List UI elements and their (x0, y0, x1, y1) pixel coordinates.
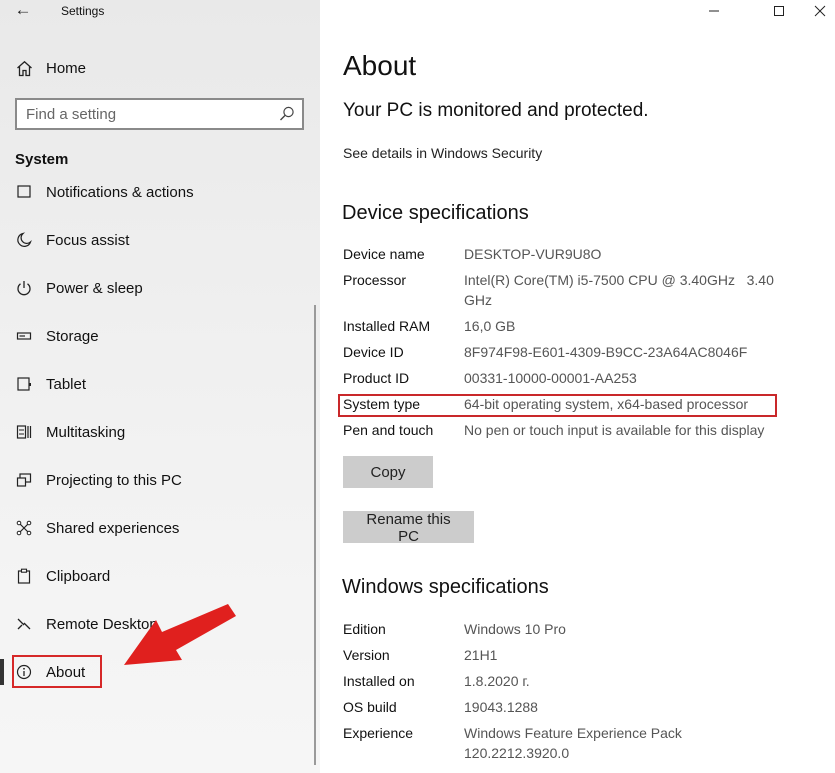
search-box[interactable] (15, 98, 304, 130)
sidebar-item-label: Projecting to this PC (46, 471, 182, 489)
moon-icon (14, 230, 34, 250)
close-icon[interactable] (805, 2, 835, 20)
windows-specs-heading: Windows specifications (342, 576, 549, 598)
spec-key: Version (343, 647, 390, 663)
sidebar-item-projecting[interactable]: Projecting to this PC (0, 460, 310, 500)
sidebar-item-shared-experiences[interactable]: Shared experiences (0, 508, 310, 548)
spec-key: Experience (343, 725, 414, 741)
minimize-icon[interactable] (699, 2, 729, 20)
sidebar-item-label: Shared experiences (46, 519, 180, 537)
spec-key: Installed on (343, 673, 415, 689)
rename-pc-button[interactable]: Rename this PC (343, 511, 474, 545)
remote-desktop-icon (14, 614, 34, 634)
sidebar-item-label: Power & sleep (46, 279, 143, 297)
sidebar-item-label: Notifications & actions (46, 183, 194, 201)
selected-indicator (0, 659, 4, 685)
spec-value: 00331-10000-00001-AA253 (464, 370, 637, 386)
system-type-highlight-box (338, 394, 777, 417)
sidebar-item-tablet[interactable]: Tablet (0, 364, 310, 404)
spec-key: Installed RAM (343, 318, 431, 334)
spec-value: 16,0 GB (464, 318, 516, 334)
spec-key: Pen and touch (343, 422, 434, 438)
spec-key: Processor (343, 272, 407, 288)
notifications-icon (14, 182, 34, 202)
about-page: About Your PC is monitored and protected… (320, 0, 835, 773)
title-bar: ← Settings (0, 0, 320, 24)
home-nav-item[interactable]: Home (14, 57, 86, 79)
back-arrow-icon[interactable]: ← (10, 0, 36, 22)
multitasking-icon (14, 422, 34, 442)
sidebar-item-power-sleep[interactable]: Power & sleep (0, 268, 310, 308)
spec-value: Intel(R) Core(TM) i5-7500 CPU @ 3.40GHz … (464, 272, 778, 308)
spec-value: DESKTOP-VUR9U8O (464, 246, 602, 262)
app-title: Settings (61, 4, 105, 18)
copy-button[interactable]: Copy (343, 456, 433, 488)
spec-value: 21H1 (464, 647, 498, 663)
shared-icon (14, 518, 34, 538)
sidebar-item-clipboard[interactable]: Clipboard (0, 556, 310, 596)
home-icon (14, 58, 34, 78)
storage-icon (14, 326, 34, 346)
annotation-arrow-icon (124, 604, 236, 665)
spec-key: OS build (343, 699, 397, 715)
spec-value: Windows Feature Experience Pack 120.2212… (464, 725, 682, 761)
sidebar-item-label: Tablet (46, 375, 87, 393)
search-icon[interactable] (278, 105, 296, 123)
spec-key: Device ID (343, 344, 404, 360)
spec-key: Product ID (343, 370, 410, 386)
tablet-icon (14, 374, 34, 394)
spec-value: 19043.1288 (464, 699, 538, 715)
sidebar-item-focus-assist[interactable]: Focus assist (0, 220, 310, 260)
spec-value: 1.8.2020 г. (464, 673, 530, 689)
sidebar-item-multitasking[interactable]: Multitasking (0, 412, 310, 452)
spec-value: No pen or touch input is available for t… (464, 422, 765, 438)
clipboard-icon (14, 566, 34, 586)
spec-key: Device name (343, 246, 425, 262)
maximize-icon[interactable] (764, 2, 794, 20)
power-icon (14, 278, 34, 298)
spec-key: Edition (343, 621, 386, 637)
section-heading-system: System (15, 151, 69, 168)
home-label: Home (46, 59, 87, 77)
about-highlight-box (12, 655, 102, 688)
projecting-icon (14, 470, 34, 490)
sidebar-item-label: Focus assist (46, 231, 130, 249)
windows-security-link[interactable]: See details in Windows Security (343, 145, 542, 161)
sidebar-item-label: Storage (46, 327, 99, 345)
page-title: About (343, 50, 417, 81)
search-input[interactable] (17, 100, 267, 128)
sidebar-item-notifications[interactable]: Notifications & actions (0, 178, 310, 212)
protection-status: Your PC is monitored and protected. (343, 100, 649, 121)
spec-value: Windows 10 Pro (464, 621, 566, 637)
sidebar-scrollbar[interactable] (314, 305, 316, 765)
sidebar-item-storage[interactable]: Storage (0, 316, 310, 356)
sidebar-item-label: Clipboard (46, 567, 111, 585)
device-specs-heading: Device specifications (342, 202, 529, 224)
spec-value: 8F974F98-E601-4309-B9CC-23A64AC8046F (464, 344, 748, 360)
sidebar-item-label: Multitasking (46, 423, 126, 441)
